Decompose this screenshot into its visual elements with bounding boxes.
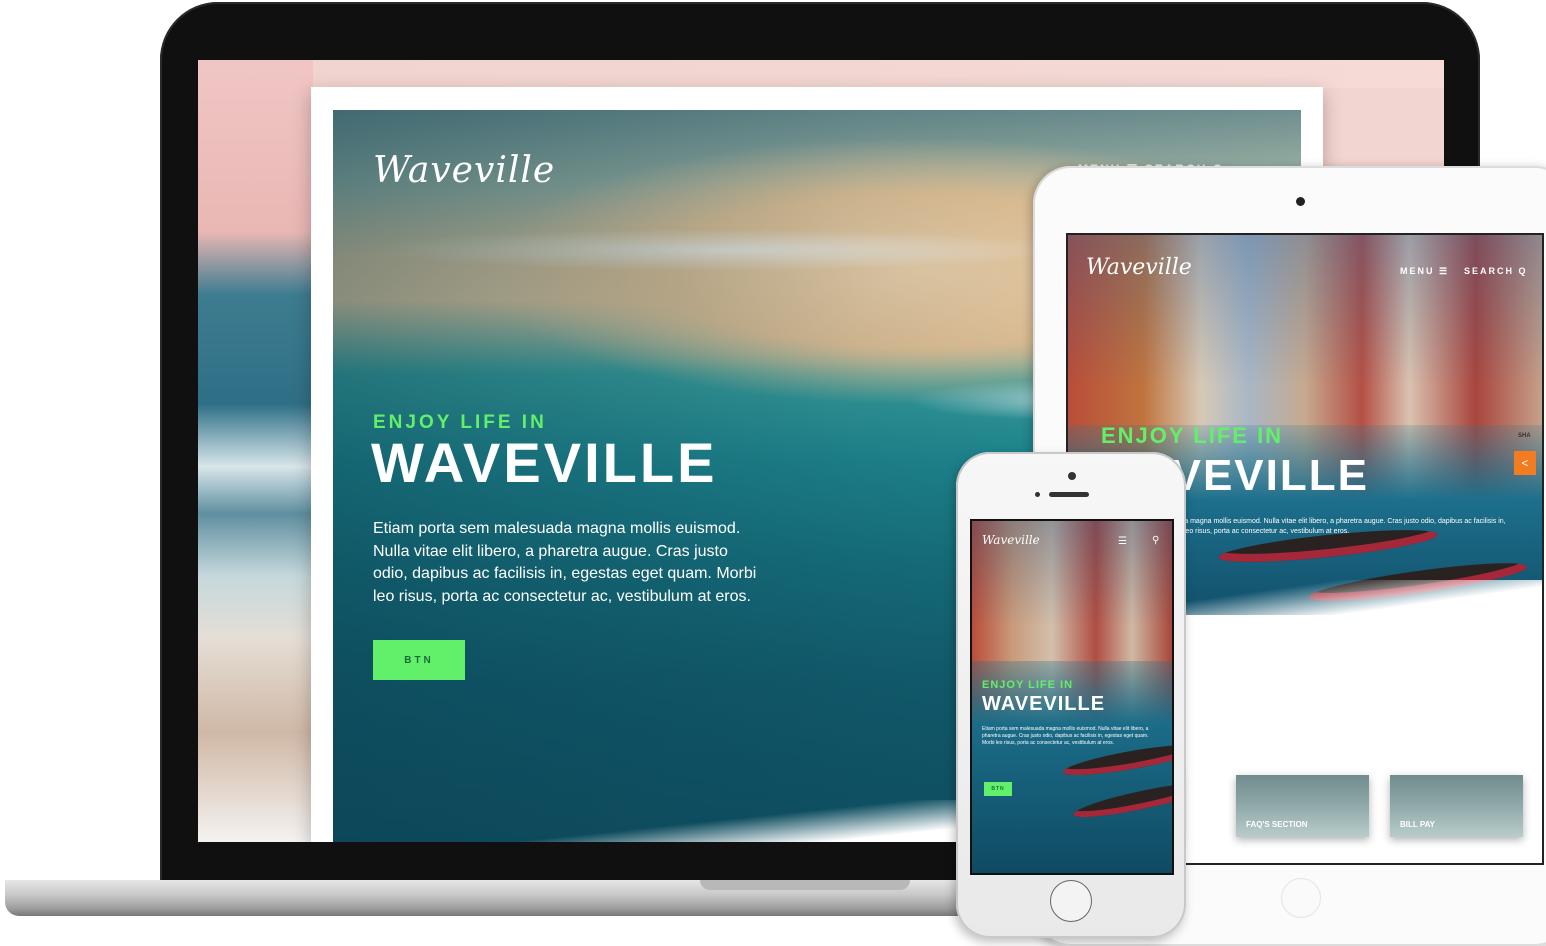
tablet-site-logo[interactable]: Waveville [1086,255,1192,280]
phone-hero: Waveville ☰ ⚲ ENJOY LIFE IN WAVEVILLE Et… [972,521,1172,873]
tablet-hero-kicker: ENJOY LIFE IN [1101,423,1284,448]
laptop-notch [700,880,910,890]
phone-cta-button[interactable]: BTN [984,782,1012,796]
phone-hero-kicker: ENJOY LIFE IN [982,679,1074,691]
menu-icon[interactable]: ☰ [1118,536,1127,547]
service-card-faq[interactable]: FAQ'S SECTION [1236,775,1369,837]
hero-title: WAVEVILLE [371,431,718,494]
service-card-label: FAQ'S SECTION [1246,820,1308,829]
service-card-label: BILL PAY [1400,820,1435,829]
hero-body: Etiam porta sem malesuada magna mollis e… [373,520,757,605]
service-card-bill-pay[interactable]: BILL PAY [1390,775,1523,837]
tablet-search-link[interactable]: SEARCH Q [1464,266,1528,276]
phone-hero-body: Etiam porta sem malesuada magna mollis e… [982,726,1149,746]
phone-screen: Waveville ☰ ⚲ ENJOY LIFE IN WAVEVILLE Et… [970,519,1174,875]
phone-site-logo[interactable]: Waveville [982,533,1040,547]
tablet-home-button[interactable] [1281,878,1321,918]
tablet-share-label: SHA [1518,433,1531,439]
background-photo [198,60,313,842]
phone-home-button[interactable] [1050,880,1092,922]
phone-hero-title: WAVEVILLE [982,693,1106,715]
share-icon[interactable]: < [1514,451,1536,475]
background-top [313,60,1444,88]
phone-sensor [1035,492,1040,497]
search-icon[interactable]: ⚲ [1152,535,1159,546]
site-logo[interactable]: Waveville [373,150,555,191]
tablet-menu-link[interactable]: MENU ☰ [1400,266,1449,277]
hero-cta-button[interactable]: BTN [373,640,465,680]
phone-camera [1068,472,1076,480]
phone-speaker [1049,492,1089,497]
tablet-camera [1296,197,1305,206]
